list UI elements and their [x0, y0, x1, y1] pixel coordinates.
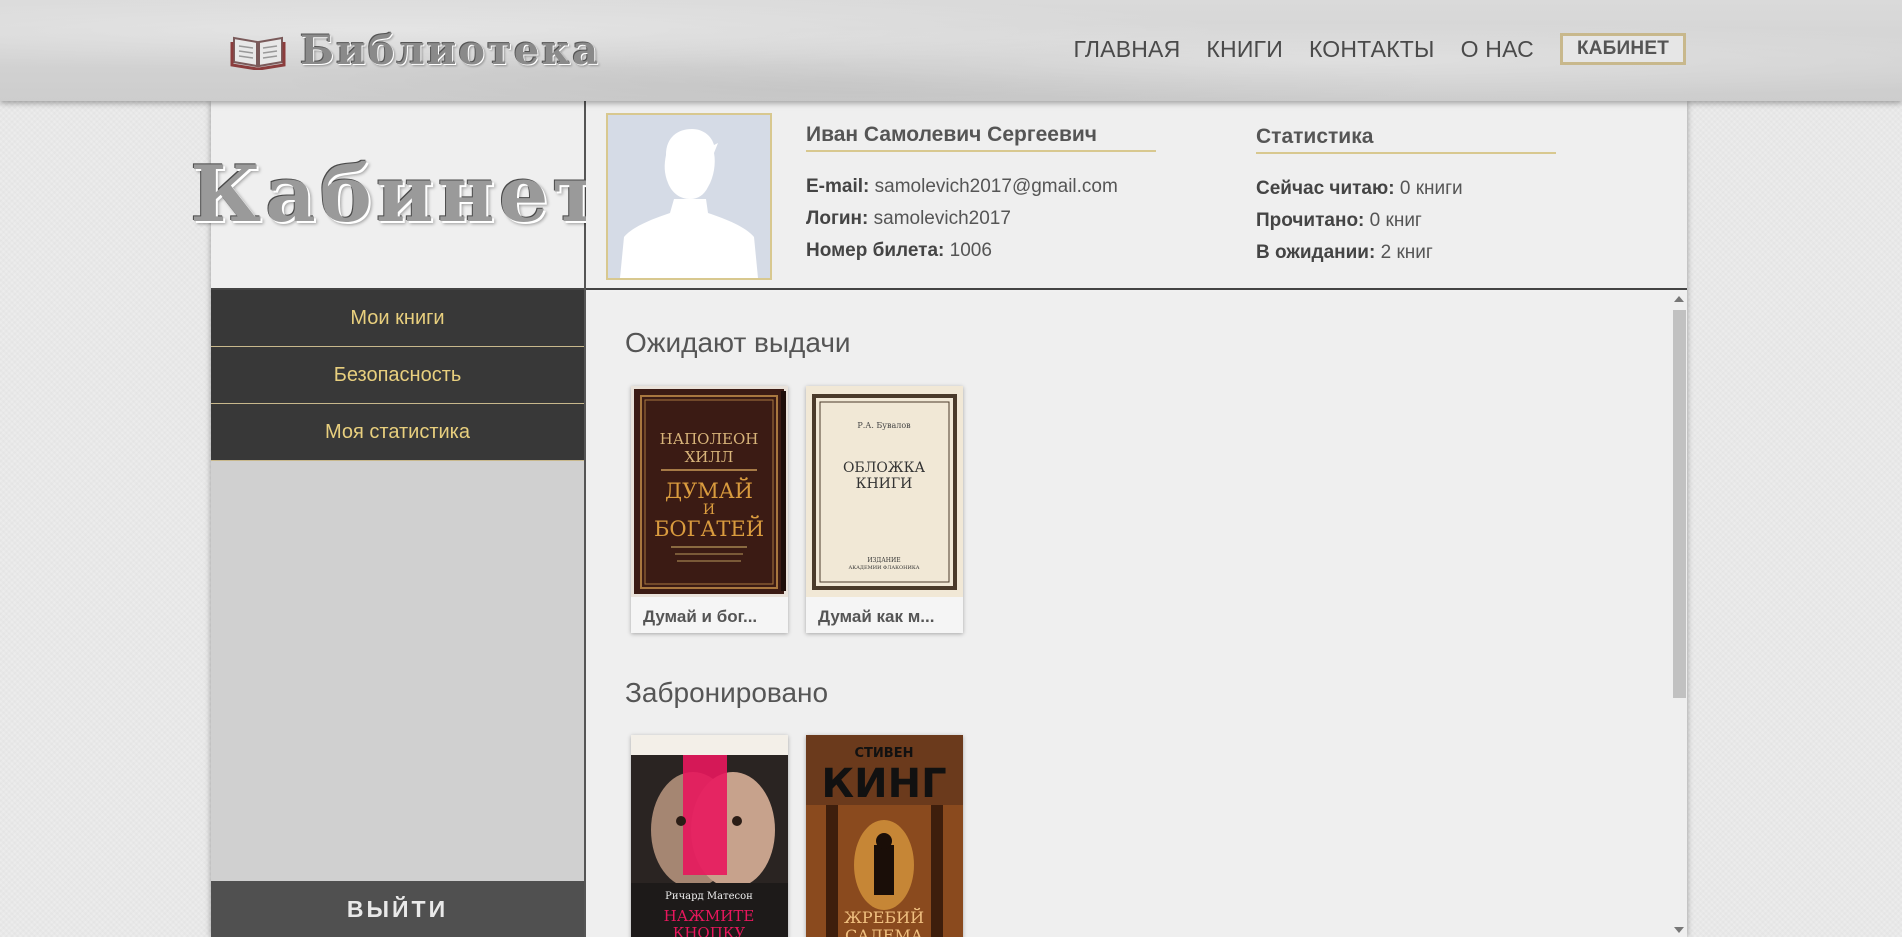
logo-text: Библиотека — [300, 26, 601, 74]
nav-books[interactable]: КНИГИ — [1206, 36, 1283, 63]
read-label: Прочитано: — [1256, 210, 1365, 231]
sidebar-item-my-stats[interactable]: Моя статистика — [211, 404, 584, 461]
sidebar: Кабинет Мои книги Безопасность Моя стати… — [190, 101, 601, 937]
book-cover: НАПОЛЕОН ХИЛЛ ДУМАЙ И БОГАТЕЙ — [631, 386, 788, 597]
scroll-thumb[interactable] — [1673, 310, 1686, 698]
logout-button[interactable]: ВЫЙТИ — [211, 881, 584, 937]
book-title: Думай и бог... — [643, 607, 758, 626]
scroll-up-arrow-icon[interactable] — [1674, 296, 1684, 302]
reserved-section-title: Забронировано — [625, 677, 829, 708]
avatar — [606, 113, 772, 280]
email-label: E-mail: — [806, 176, 870, 197]
main-nav: ГЛАВНАЯ КНИГИ КОНТАКТЫ О НАС КАБИНЕТ — [1048, 33, 1686, 65]
email-value: samolevich2017@gmail.com — [874, 176, 1118, 197]
user-name: Иван Самолевич Сергеевич — [806, 123, 1156, 152]
ticket-label: Номер билета: — [806, 240, 945, 261]
svg-text:ИЗДАНИЕ: ИЗДАНИЕ — [867, 557, 900, 564]
svg-text:ДУМАЙ: ДУМАЙ — [665, 478, 753, 503]
sidebar-title: Кабинет — [190, 149, 605, 240]
book-cover: Р.А. Бувалов ОБЛОЖКА КНИГИ ИЗДАНИЕ АКАДЕ… — [806, 386, 963, 597]
sidebar-item-my-books[interactable]: Мои книги — [211, 290, 584, 347]
user-info: E-mail: samolevich2017@gmail.com Логин: … — [806, 171, 1118, 267]
read-value: 0 книг — [1369, 210, 1422, 231]
reading-label: Сейчас читаю: — [1256, 178, 1395, 199]
reading-value: 0 книги — [1399, 178, 1463, 199]
svg-text:НАПОЛЕОН: НАПОЛЕОН — [660, 430, 759, 448]
login-value: samolevich2017 — [873, 208, 1011, 229]
book-card[interactable]: НАПОЛЕОН ХИЛЛ ДУМАЙ И БОГАТЕЙ Думай и бо… — [631, 386, 788, 633]
nav-cabinet[interactable]: КАБИНЕТ — [1559, 33, 1686, 65]
profile-panel: Иван Самолевич Сергеевич E-mail: samolev… — [586, 101, 1687, 290]
svg-text:БОГАТЕЙ: БОГАТЕЙ — [654, 516, 764, 541]
svg-text:САЛЕМА: САЛЕМА — [845, 926, 923, 937]
svg-text:ОБЛОЖКА: ОБЛОЖКА — [843, 460, 925, 476]
book-title: Думай как м... — [818, 607, 935, 626]
open-book-icon — [230, 36, 286, 70]
book-cover: СТИВЕН КИНГ ЖРЕБИЙ САЛЕМА — [806, 735, 963, 937]
svg-text:ЖРЕБИЙ: ЖРЕБИЙ — [844, 907, 924, 927]
svg-text:КНОПКУ: КНОПКУ — [673, 924, 746, 937]
svg-text:КНИГИ: КНИГИ — [856, 476, 913, 492]
waiting-label: В ожидании: — [1256, 242, 1376, 263]
sidebar-item-security[interactable]: Безопасность — [211, 347, 584, 404]
stats-info: Сейчас читаю: 0 книги Прочитано: 0 книг … — [1256, 173, 1463, 269]
sidebar-header: Кабинет — [190, 101, 601, 290]
scroll-down-arrow-icon[interactable] — [1674, 927, 1684, 933]
svg-text:ХИЛЛ: ХИЛЛ — [685, 448, 734, 466]
books-content: Ожидают выдачи НАПОЛЕОН ХИЛЛ ДУМАЙ И БОГ… — [586, 292, 1687, 937]
book-card[interactable]: СТИВЕН КИНГ ЖРЕБИЙ САЛЕМА — [806, 735, 963, 937]
cabinet-frame: Кабинет Мои книги Безопасность Моя стати… — [190, 101, 1687, 937]
user-silhouette-icon — [608, 115, 770, 278]
svg-text:Ричард Матесон: Ричард Матесон — [665, 891, 753, 902]
svg-text:КИНГ: КИНГ — [821, 761, 946, 807]
waiting-value: 2 книг — [1380, 242, 1433, 263]
svg-text:Р.А. Бувалов: Р.А. Бувалов — [857, 421, 911, 430]
login-label: Логин: — [806, 208, 869, 229]
stats-title: Статистика — [1256, 125, 1556, 154]
svg-text:НАЖМИТЕ: НАЖМИТЕ — [664, 907, 755, 925]
nav-about[interactable]: О НАС — [1461, 36, 1534, 63]
book-cover: Ричард Матесон НАЖМИТЕ КНОПКУ — [631, 735, 788, 937]
book-card[interactable]: Р.А. Бувалов ОБЛОЖКА КНИГИ ИЗДАНИЕ АКАДЕ… — [806, 386, 963, 633]
book-card[interactable]: Ричард Матесон НАЖМИТЕ КНОПКУ — [631, 735, 788, 937]
site-logo[interactable]: Библиотека — [230, 22, 600, 78]
top-header: Библиотека ГЛАВНАЯ КНИГИ КОНТАКТЫ О НАС … — [0, 0, 1902, 101]
svg-text:СТИВЕН: СТИВЕН — [855, 746, 914, 761]
svg-text:И: И — [703, 502, 715, 518]
content-scrollbar[interactable] — [1670, 292, 1687, 937]
ticket-value: 1006 — [949, 240, 992, 261]
pending-section-title: Ожидают выдачи — [625, 327, 851, 358]
nav-home[interactable]: ГЛАВНАЯ — [1074, 36, 1181, 63]
nav-contacts[interactable]: КОНТАКТЫ — [1309, 36, 1435, 63]
svg-text:АКАДЕМИИ ФЛАКОНИКА: АКАДЕМИИ ФЛАКОНИКА — [848, 565, 919, 571]
